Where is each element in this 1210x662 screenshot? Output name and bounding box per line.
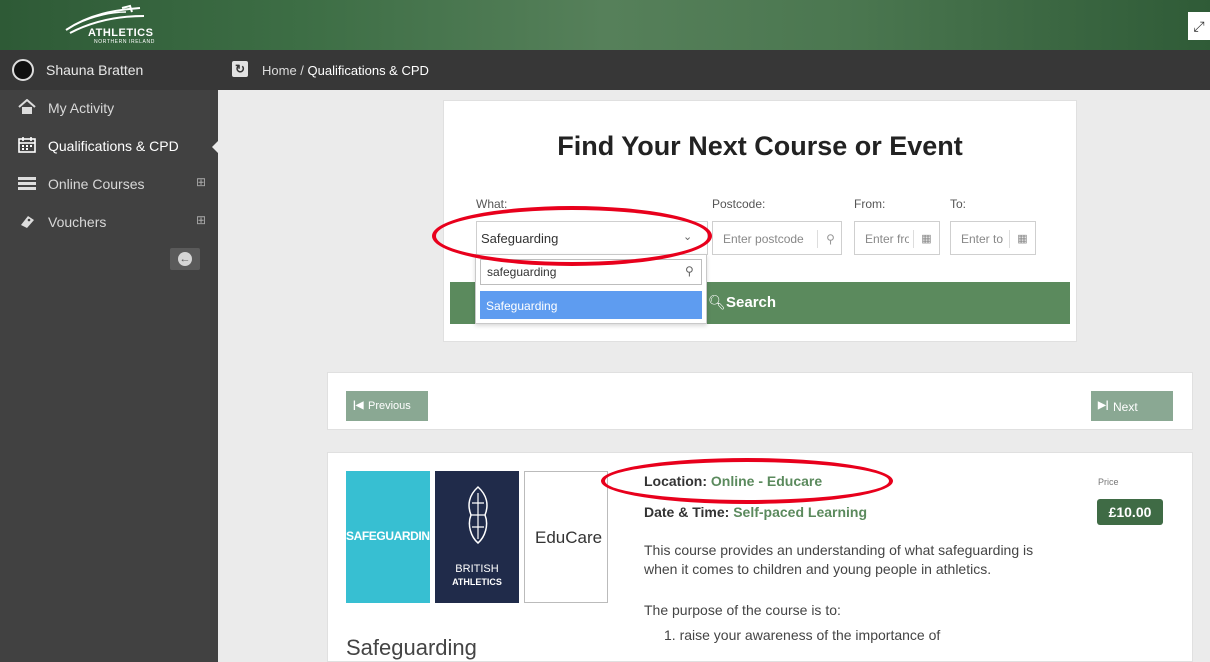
previous-button[interactable]: |◀ Previous (346, 391, 428, 421)
search-icon: 🔍︎ (708, 294, 726, 310)
search-button-label: Search (726, 294, 777, 311)
expand-icon[interactable]: ⊞ (196, 175, 206, 189)
educare-text: EduCare (535, 528, 603, 547)
logo-sub: NORTHERN IRELAND (94, 39, 155, 45)
price-badge: £10.00 (1097, 499, 1163, 525)
search-icon: ⚲ (685, 264, 694, 278)
postcode-label: Postcode: (712, 197, 766, 211)
safeguarding-image-text: SAFEGUARDING (346, 529, 439, 543)
fullscreen-icon[interactable]: ⤢ (1188, 12, 1210, 40)
from-placeholder: Enter from (865, 232, 909, 246)
next-label: Next (1113, 400, 1138, 414)
safeguarding-image: SAFEGUARDING (346, 471, 439, 603)
list-icon (18, 177, 36, 190)
course-location: Location: Online - Educare (644, 473, 822, 489)
course-title[interactable]: Safeguarding (346, 635, 477, 661)
what-dropdown: safeguarding ⚲ Safeguarding (475, 254, 707, 324)
crest-icon (468, 485, 488, 544)
collapse-sidebar-button[interactable]: ← (170, 248, 200, 270)
what-label: What: (476, 197, 508, 211)
educare-logo: EduCare (524, 471, 608, 603)
step-backward-icon: |◀ (353, 400, 364, 411)
breadcrumb-bar: ↻ Home / Qualifications & CPD (218, 50, 1210, 90)
postcode-input[interactable]: Enter postcode ⚲ (712, 221, 842, 255)
active-indicator (212, 140, 219, 154)
location-pin-icon[interactable]: ⚲ (817, 230, 843, 248)
from-label: From: (854, 197, 886, 211)
athletics-ni-logo[interactable]: ATHLETICS NORTHERN IRELAND (60, 4, 170, 46)
refresh-icon[interactable]: ↻ (232, 61, 248, 77)
previous-label: Previous (368, 400, 411, 412)
british-athletics-logo: BRITISH ATHLETICS (435, 471, 519, 603)
logo-word: ATHLETICS (88, 27, 154, 39)
from-date-input[interactable]: Enter from ▦ (854, 221, 940, 255)
calendar-icon[interactable]: ▦ (1009, 230, 1035, 248)
ba-line2: ATHLETICS (452, 577, 502, 587)
chevron-down-icon: ⌄ (683, 231, 693, 243)
dropdown-search-value: safeguarding (487, 265, 557, 279)
course-description: This course provides an understanding of… (644, 542, 1034, 577)
page-title: Find Your Next Course or Event (557, 131, 963, 161)
expand-icon[interactable]: ⊞ (196, 213, 206, 227)
sidebar-item-qualifications[interactable]: Qualifications & CPD (0, 128, 219, 164)
sidebar-item-online-courses[interactable]: Online Courses ⊞ (0, 166, 218, 202)
sidebar: Shauna Bratten My Activity Qualification… (0, 50, 219, 662)
dropdown-search-input[interactable]: safeguarding ⚲ (480, 259, 702, 285)
next-button[interactable]: ▶| Next (1091, 391, 1173, 421)
pagination: |◀ Previous ▶| Next (327, 372, 1193, 430)
sidebar-item-label: Qualifications & CPD (48, 138, 179, 154)
ba-line1: BRITISH (455, 563, 499, 575)
what-select-value: Safeguarding (481, 231, 559, 246)
ticket-icon (21, 216, 34, 228)
course-purpose-item: 1. raise your awareness of the importanc… (664, 627, 941, 643)
to-date-input[interactable]: Enter to ▦ (950, 221, 1036, 255)
price-label: Price (1098, 477, 1119, 487)
location-label: Location: (644, 473, 707, 489)
step-forward-icon: ▶| (1098, 400, 1109, 411)
datetime-label: Date & Time: (644, 504, 730, 520)
location-value: Online - Educare (710, 473, 823, 489)
breadcrumb-home[interactable]: Home / (262, 63, 304, 78)
arrow-left-icon: ← (178, 252, 192, 266)
sidebar-item-label: My Activity (48, 100, 115, 116)
home-icon (18, 99, 36, 114)
course-purpose: The purpose of the course is to: (644, 602, 841, 618)
sidebar-item-vouchers[interactable]: Vouchers ⊞ (0, 204, 218, 240)
calendar-icon[interactable]: ▦ (913, 230, 939, 248)
top-banner: ATHLETICS NORTHERN IRELAND ⤢ (0, 0, 1210, 50)
calendar-icon (18, 137, 36, 153)
user-name: Shauna Bratten (46, 62, 144, 78)
datetime-value: Self-paced Learning (733, 504, 868, 520)
avatar (12, 59, 34, 81)
dropdown-option-safeguarding[interactable]: Safeguarding (480, 291, 702, 319)
to-label: To: (950, 197, 967, 211)
sidebar-item-my-activity[interactable]: My Activity (0, 90, 218, 126)
course-card: SAFEGUARDING BRITISH ATHLETICS EduCare S… (327, 452, 1193, 662)
course-datetime: Date & Time: Self-paced Learning (644, 504, 867, 520)
sidebar-item-label: Vouchers (48, 214, 107, 230)
to-placeholder: Enter to (961, 232, 1004, 246)
sidebar-item-label: Online Courses (48, 176, 145, 192)
breadcrumb-current: Qualifications & CPD (307, 63, 429, 78)
dropdown-option-label: Safeguarding (486, 299, 558, 313)
breadcrumb: Home / Qualifications & CPD (262, 63, 429, 78)
what-select[interactable]: Safeguarding ⌄ (476, 221, 708, 255)
user-row[interactable]: Shauna Bratten (0, 50, 218, 90)
postcode-placeholder: Enter postcode (723, 232, 804, 246)
